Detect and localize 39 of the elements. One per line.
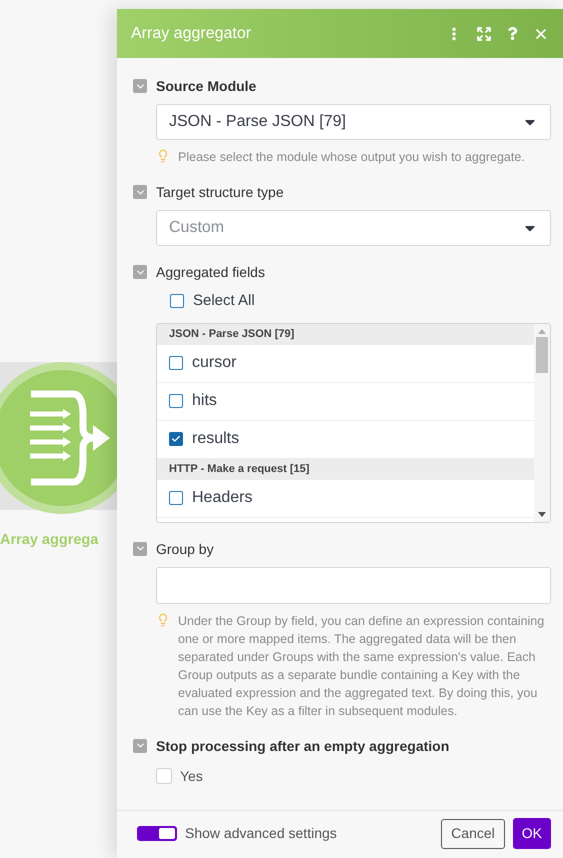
checkbox[interactable] bbox=[169, 394, 183, 408]
advanced-label: Show advanced settings bbox=[185, 824, 338, 843]
checkbox[interactable] bbox=[170, 294, 184, 308]
section-label: Source Module bbox=[156, 78, 258, 94]
help-icon[interactable] bbox=[506, 27, 519, 40]
select-field[interactable]: JSON - Parse JSON [79] bbox=[156, 104, 551, 140]
checkbox[interactable] bbox=[169, 432, 183, 446]
checkbox[interactable] bbox=[169, 356, 183, 370]
advanced-toggle[interactable] bbox=[137, 826, 177, 841]
collapse-toggle[interactable] bbox=[133, 738, 147, 752]
panel-title: Array aggregator bbox=[131, 24, 252, 44]
select-all-label[interactable]: Select All bbox=[193, 290, 255, 312]
expand-icon[interactable] bbox=[476, 26, 492, 42]
check-icon bbox=[171, 434, 181, 444]
list-item[interactable]: hits bbox=[157, 382, 534, 420]
hint-text: Please select the module whose output you wish to aggregate. bbox=[178, 149, 525, 166]
list-item[interactable]: cursor bbox=[157, 344, 534, 382]
scroll-thumb[interactable] bbox=[536, 336, 548, 372]
section-label: Aggregated fields bbox=[156, 264, 266, 280]
section-label: Target structure type bbox=[156, 184, 285, 200]
scroll-down-icon[interactable] bbox=[538, 512, 546, 516]
collapse-toggle[interactable] bbox=[133, 542, 147, 556]
lightbulb-icon bbox=[156, 612, 170, 626]
collapse-toggle[interactable] bbox=[133, 185, 147, 199]
checkbox[interactable] bbox=[169, 491, 183, 505]
hint-text: Under the Group by field, you can define an expression containing one or more mapped items. The aggregated data will be then separated under Groups with the same expression's value. Each Group outputs as a separate bundle containing a Key with the evaluated expression and the aggregated text. By doing this, you can use the Key as a filter in subsequent modules. bbox=[178, 612, 545, 720]
ok-button[interactable]: OK bbox=[512, 818, 551, 849]
list-item[interactable]: Headers bbox=[157, 480, 534, 518]
option-label[interactable]: Yes bbox=[180, 766, 203, 786]
lightbulb-icon bbox=[156, 149, 170, 163]
group-header: JSON - Parse JSON [79] bbox=[157, 324, 534, 344]
group-header: HTTP - Make a request [15] bbox=[157, 458, 534, 480]
scrollbar[interactable] bbox=[534, 324, 550, 522]
text-field[interactable] bbox=[156, 566, 551, 604]
section-label: Stop processing after an empty aggregation bbox=[156, 738, 450, 754]
collapse-toggle[interactable] bbox=[133, 79, 147, 93]
cancel-button[interactable]: Cancel bbox=[441, 818, 505, 848]
collapse-toggle[interactable] bbox=[133, 265, 147, 279]
section-label: Group by bbox=[156, 540, 215, 556]
